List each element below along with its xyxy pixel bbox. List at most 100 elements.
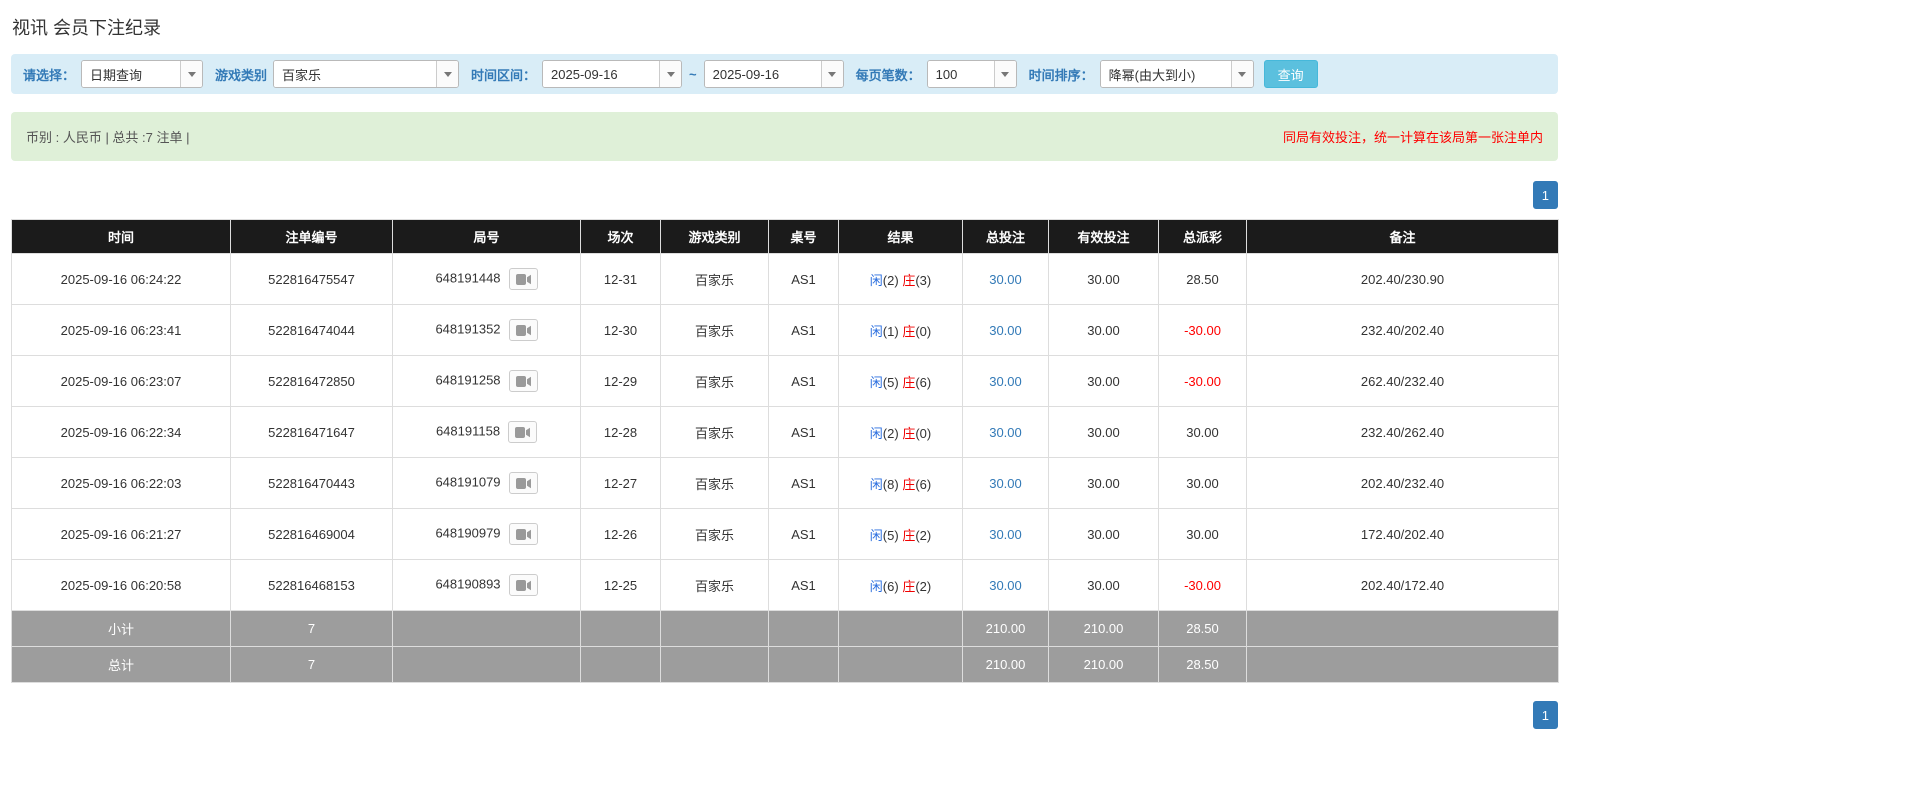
page-title: 视讯 会员下注纪录 <box>12 18 162 38</box>
game-type-input[interactable] <box>274 61 437 87</box>
cell-valid-bet: 30.00 <box>1048 304 1159 356</box>
result-player-label: 闲 <box>869 527 883 543</box>
subtotal-empty-round <box>392 610 581 647</box>
result-banker-score: (2) <box>915 527 932 543</box>
subtotal-total-bet: 210.00 <box>962 610 1049 647</box>
cell-valid-bet: 30.00 <box>1048 355 1159 407</box>
result-player-score: (2) <box>882 425 899 441</box>
chevron-down-icon <box>187 71 196 77</box>
date-to-dropdown-button[interactable] <box>820 61 843 87</box>
round-video-button[interactable] <box>508 268 538 290</box>
cell-session: 12-30 <box>580 304 661 356</box>
round-video-button[interactable] <box>508 421 538 443</box>
round-video-button[interactable] <box>508 319 538 341</box>
total-empty-result <box>838 646 963 683</box>
cell-note: 202.40/230.90 <box>1246 253 1559 305</box>
date-from-dropdown-button[interactable] <box>659 61 682 87</box>
bet-records-table: 时间 注单编号 局号 场次 游戏类别 桌号 结果 总投注 有效投注 总派彩 备注… <box>11 219 1559 683</box>
game-type-dropdown-button[interactable] <box>436 61 459 87</box>
cell-result: 闲(5) 庄(2) <box>838 508 963 560</box>
sort-order-dropdown-button[interactable] <box>1230 61 1253 87</box>
page-1-button[interactable]: 1 <box>1532 701 1558 729</box>
total-bet-link[interactable]: 30.00 <box>989 527 1022 542</box>
round-video-button[interactable] <box>508 523 538 545</box>
subtotal-empty-result <box>838 610 963 647</box>
total-bet-link[interactable]: 30.00 <box>989 476 1022 491</box>
cell-round-id: 648191448 <box>392 253 581 305</box>
cell-result: 闲(5) 庄(6) <box>838 355 963 407</box>
round-video-button[interactable] <box>508 472 538 494</box>
subtotal-count: 7 <box>230 610 393 647</box>
total-bet-link[interactable]: 30.00 <box>989 272 1022 287</box>
result-player-score: (2) <box>882 272 899 288</box>
game-type-combobox <box>273 60 460 88</box>
subtotal-valid-bet: 210.00 <box>1048 610 1159 647</box>
sort-order-input[interactable] <box>1100 61 1231 87</box>
result-player-label: 闲 <box>869 476 883 492</box>
table-summary: 小计 7 210.00 210.00 28.50 总计 7 210.00 210… <box>11 610 1559 683</box>
total-bet-link[interactable]: 30.00 <box>989 374 1022 389</box>
table-row: 2025-09-16 06:23:41 522816474044 648191352… <box>11 304 1559 356</box>
result-player-label: 闲 <box>869 578 883 594</box>
video-camera-icon <box>515 324 531 336</box>
page-1-button[interactable]: 1 <box>1532 181 1558 209</box>
round-id-text: 648191158 <box>435 423 501 439</box>
cell-total-bet: 30.00 <box>962 559 1049 611</box>
cell-table-no: AS1 <box>768 457 839 509</box>
cell-result: 闲(8) 庄(6) <box>838 457 963 509</box>
cell-time: 2025-09-16 06:23:07 <box>11 355 231 407</box>
cell-total-bet: 30.00 <box>962 253 1049 305</box>
subtotal-empty-table <box>768 610 839 647</box>
cell-game-type: 百家乐 <box>660 559 769 611</box>
column-header-round-id: 局号 <box>392 219 581 254</box>
cell-table-no: AS1 <box>768 304 839 356</box>
cell-round-id: 648190893 <box>392 559 581 611</box>
result-player-score: (1) <box>882 323 899 339</box>
cell-session: 12-28 <box>580 406 661 458</box>
time-range-label: 时间区间： <box>471 67 537 83</box>
cell-bet-id: 522816475547 <box>230 253 393 305</box>
total-empty-round <box>392 646 581 683</box>
cell-time: 2025-09-16 06:22:34 <box>11 406 231 458</box>
cell-game-type: 百家乐 <box>660 457 769 509</box>
table-row: 2025-09-16 06:21:27 522816469004 648190979… <box>11 508 1559 560</box>
page-container: 视讯 会员下注纪录 请选择： 游戏类别 时间区间： ~ 每页笔数： 时间排序： <box>11 14 1559 729</box>
result-player-score: (8) <box>882 476 899 492</box>
total-bet-link[interactable]: 30.00 <box>989 578 1022 593</box>
round-video-button[interactable] <box>508 574 538 596</box>
round-video-button[interactable] <box>508 370 538 392</box>
cell-game-type: 百家乐 <box>660 355 769 407</box>
cell-payout: 30.00 <box>1158 457 1247 509</box>
date-to-input[interactable] <box>704 61 821 87</box>
subtotal-row: 小计 7 210.00 210.00 28.50 <box>11 610 1559 647</box>
date-from-input[interactable] <box>543 61 660 87</box>
cell-round-id: 648191258 <box>392 355 581 407</box>
total-total-bet: 210.00 <box>962 646 1049 683</box>
subtotal-empty-game <box>660 610 769 647</box>
cell-bet-id: 522816471647 <box>230 406 393 458</box>
page-size-input[interactable] <box>927 61 994 87</box>
result-banker-label: 庄 <box>902 476 916 492</box>
mode-input[interactable] <box>82 61 181 87</box>
result-player-score: (5) <box>882 527 899 543</box>
video-camera-icon <box>515 528 531 540</box>
mode-dropdown-button[interactable] <box>180 61 203 87</box>
query-button[interactable]: 查询 <box>1263 60 1318 88</box>
cell-time: 2025-09-16 06:20:58 <box>11 559 231 611</box>
total-bet-link[interactable]: 30.00 <box>989 323 1022 338</box>
page-size-dropdown-button[interactable] <box>993 61 1016 87</box>
result-banker-label: 庄 <box>902 425 916 441</box>
result-banker-score: (0) <box>915 323 932 339</box>
summary-info-bar: 币别 : 人民币 | 总共 :7 注单 | 同局有效投注，统一计算在该局第一张注… <box>11 112 1558 161</box>
result-player-score: (6) <box>882 578 899 594</box>
total-empty-game <box>660 646 769 683</box>
chevron-down-icon <box>666 71 675 77</box>
column-header-payout: 总派彩 <box>1158 219 1247 254</box>
total-bet-link[interactable]: 30.00 <box>989 425 1022 440</box>
cell-payout: 30.00 <box>1158 508 1247 560</box>
video-camera-icon <box>515 579 531 591</box>
cell-result: 闲(2) 庄(3) <box>838 253 963 305</box>
sort-order-label: 时间排序： <box>1028 67 1094 83</box>
round-id-text: 648190979 <box>435 525 501 541</box>
column-header-table-no: 桌号 <box>768 219 839 254</box>
